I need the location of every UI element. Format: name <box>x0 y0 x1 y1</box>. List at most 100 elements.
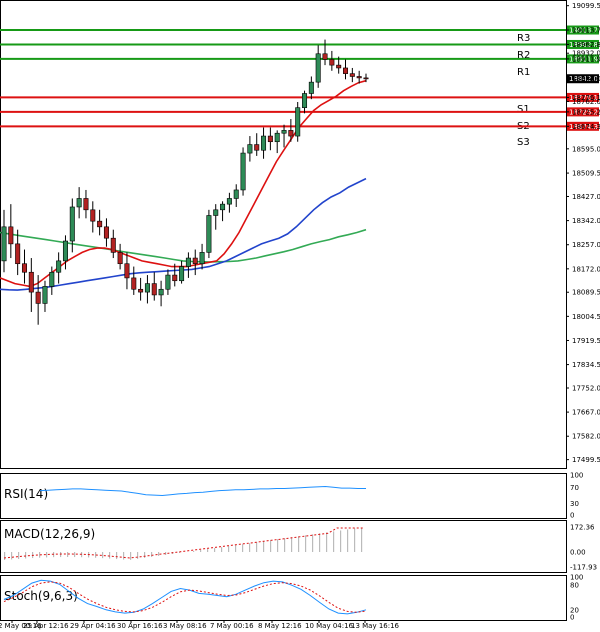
bear-candle <box>28 271 34 293</box>
bear-candle <box>267 135 273 143</box>
bear-candle <box>329 59 335 66</box>
bull-candle <box>165 274 171 290</box>
bear-candle <box>336 64 342 69</box>
bull-candle <box>315 53 321 83</box>
time-tick-label: 8 May 12:16 <box>258 622 302 630</box>
price-tick-label: 17919.5 <box>572 337 600 345</box>
macd-histogram-bar <box>221 547 223 552</box>
bull-candle <box>240 152 246 191</box>
bull-candle <box>233 189 239 199</box>
price-tick-label: 18674.3 <box>572 123 600 131</box>
macd-histogram-bar <box>277 539 279 552</box>
macd-histogram-bar <box>340 530 342 552</box>
price-tick-label: 18342.0 <box>572 217 600 225</box>
macd-histogram-bar <box>298 536 300 552</box>
time-tick-label: 10 May 04:16 <box>305 622 354 630</box>
bull-candle <box>144 283 150 293</box>
macd-histogram-bar <box>144 552 146 558</box>
bull-candle <box>220 203 226 211</box>
macd-histogram-bar <box>11 552 13 560</box>
macd-histogram-bar <box>312 534 314 552</box>
main-panel-frame <box>0 0 567 469</box>
macd-tick-label: 0.00 <box>570 549 586 557</box>
price-tick-label: 18595.0 <box>572 145 600 153</box>
macd-histogram-bar <box>151 552 153 557</box>
macd-histogram-bar <box>235 545 237 552</box>
bull-candle <box>179 266 185 282</box>
bull-candle <box>281 130 287 134</box>
bear-candle <box>192 257 198 265</box>
macd-histogram-bar <box>207 549 209 552</box>
price-tick-label: 19099.5 <box>572 2 600 10</box>
bear-candle <box>288 130 294 137</box>
stoch-title: Stoch(9,6,3) <box>4 589 78 603</box>
bear-candle <box>138 288 144 293</box>
price-tick-label: 18762.0 <box>572 98 600 106</box>
bull-candle <box>49 271 55 287</box>
rsi-tick-label: 0 <box>570 512 574 520</box>
price-tick-label: 18004.5 <box>572 313 600 321</box>
stoch-tick-label: 0 <box>570 614 574 622</box>
price-chart: R3R2R1S1S2S3 19013.718962.818911.918776.… <box>0 0 600 630</box>
bull-candle <box>295 107 301 137</box>
bear-candle <box>356 76 362 79</box>
macd-histogram-bar <box>291 537 293 552</box>
bull-candle <box>69 206 75 242</box>
stoch-tick-label: 100 <box>570 574 583 582</box>
time-tick-label: 7 May 00:16 <box>210 622 254 630</box>
candlesticks <box>1 39 369 325</box>
bull-candle <box>226 198 232 205</box>
bear-candle <box>90 209 96 222</box>
macd-histogram-bar <box>130 552 132 560</box>
bull-candle <box>42 286 48 304</box>
macd-histogram-bar <box>270 540 272 552</box>
bear-candle <box>15 243 21 265</box>
macd-histogram-bar <box>284 538 286 552</box>
bull-candle <box>213 209 219 216</box>
bear-candle <box>349 73 355 77</box>
bear-candle <box>322 53 328 60</box>
bull-candle <box>302 93 308 108</box>
rsi-tick-label: 70 <box>570 484 579 492</box>
bear-candle <box>363 77 369 80</box>
macd-histogram-bar <box>242 544 244 552</box>
macd-histogram-bar <box>354 528 356 552</box>
price-tick-label: 17499.5 <box>572 456 600 464</box>
bear-candle <box>83 198 89 211</box>
time-tick-label: 30 Apr 16:16 <box>117 622 163 630</box>
macd-histogram-bar <box>123 552 125 560</box>
rsi-line <box>39 485 366 497</box>
macd-histogram-bar <box>4 552 6 560</box>
bear-candle <box>131 277 137 290</box>
macd-histogram-bar <box>214 548 216 552</box>
ma-green-line <box>0 228 367 263</box>
bull-candle <box>62 240 68 262</box>
price-tick-label: 18911.9 <box>572 55 600 63</box>
bear-candle <box>343 67 349 74</box>
bear-candle <box>172 274 178 282</box>
price-tick-label: 18257.0 <box>572 241 600 249</box>
price-tick-label: 17582.0 <box>572 433 600 441</box>
price-axis: 19099.519013.718962.818932.018911.918842… <box>566 2 600 464</box>
rsi-tick-label: 30 <box>570 500 579 508</box>
bear-candle <box>21 263 27 273</box>
level-label-r3: R3 <box>517 33 530 44</box>
macd-histogram-bar <box>347 529 349 552</box>
macd-histogram-bar <box>249 543 251 552</box>
bull-candle <box>56 260 62 273</box>
macd-histogram-bar <box>102 552 104 559</box>
rsi-tick-label: 100 <box>570 472 583 480</box>
macd-histogram-bar <box>319 533 321 552</box>
price-tick-label: 18089.5 <box>572 289 600 297</box>
macd-histogram-bar <box>116 552 118 560</box>
price-tick-label: 17752.0 <box>572 384 600 392</box>
macd-histogram-bar <box>25 552 27 559</box>
time-tick-label: 13 May 16:16 <box>351 622 400 630</box>
macd-histogram-bar <box>228 546 230 552</box>
bear-candle <box>35 291 41 304</box>
level-label-s3: S3 <box>517 137 530 148</box>
macd-histogram-bar <box>74 552 76 558</box>
stoch-tick-label: 80 <box>570 582 579 590</box>
macd-histogram-bar <box>18 552 20 559</box>
bear-candle <box>103 226 109 239</box>
